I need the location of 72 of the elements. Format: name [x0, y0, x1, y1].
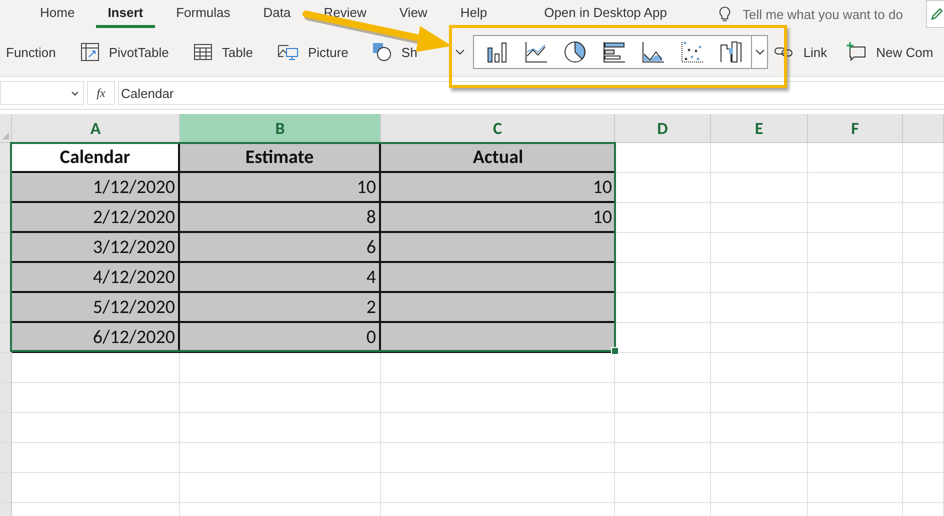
caret-icon: [71, 90, 79, 96]
shapes-icon: [372, 42, 392, 62]
column-chart-icon[interactable]: [484, 40, 509, 64]
table-cell: 6: [180, 233, 381, 263]
empty-cell: [903, 383, 944, 413]
open-in-desktop-link[interactable]: Open in Desktop App: [532, 0, 679, 28]
combo-chart-icon[interactable]: [718, 40, 743, 64]
caret-icon: [455, 49, 466, 55]
column-header[interactable]: C: [381, 114, 615, 143]
table-cell: 1/12/2020: [12, 173, 180, 203]
ribbon-tab[interactable]: Formulas: [164, 0, 242, 28]
formula-field[interactable]: Calendar: [118, 81, 944, 105]
table-cell: 5/12/2020: [12, 293, 180, 323]
table-cell: 10: [381, 173, 615, 203]
comment-button[interactable]: New Com: [845, 42, 934, 62]
new-comment-icon: [845, 42, 868, 62]
bar-chart-icon[interactable]: [602, 40, 626, 64]
table-cell: 2/12/2020: [12, 203, 180, 233]
line-chart-icon[interactable]: [524, 40, 548, 64]
search-field[interactable]: Tell me what you want to do: [736, 6, 926, 22]
empty-cell: [903, 173, 944, 203]
function-button[interactable]: Function: [6, 44, 56, 60]
scatter-chart-icon[interactable]: [680, 40, 704, 64]
ribbon-tab[interactable]: Data: [251, 0, 303, 28]
column-header[interactable]: E: [711, 114, 808, 143]
pivot-button[interactable]: PivotTable: [80, 42, 169, 62]
empty-cell: [903, 233, 944, 263]
ribbon-tab[interactable]: Review: [312, 0, 378, 28]
link-icon: [774, 45, 794, 59]
table-cell: 4/12/2020: [12, 263, 180, 293]
picture-button[interactable]: Picture: [276, 42, 348, 62]
column-header[interactable]: A: [12, 114, 180, 143]
table-cell: 6/12/2020: [12, 323, 180, 353]
ribbon-tab[interactable]: View: [387, 0, 440, 28]
empty-cell: [903, 143, 944, 173]
table-cell: 3/12/2020: [12, 233, 180, 263]
table-cell: 2: [180, 293, 381, 323]
empty-cell: [903, 443, 944, 473]
header-cell: Calendar: [12, 143, 180, 173]
empty-cell: [903, 353, 944, 383]
header-cell: Estimate: [180, 143, 381, 173]
table-cell: 8: [180, 203, 381, 233]
table-cell: 10: [180, 173, 381, 203]
table-cell: 0: [180, 323, 381, 353]
column-header[interactable]: B: [180, 114, 381, 143]
insert-function-button[interactable]: fx: [87, 81, 115, 105]
gallery-more-button[interactable]: [751, 36, 768, 68]
header-cell: Actual: [381, 143, 615, 173]
pivot-table-icon: [80, 42, 100, 62]
picture-icon: [276, 42, 299, 62]
table-cell: 10: [381, 203, 615, 233]
pencil-icon: [930, 7, 944, 21]
empty-cell: [903, 293, 944, 323]
column-header[interactable]: D: [615, 114, 711, 143]
lightbulb-icon: [718, 6, 730, 22]
edit-button[interactable]: [926, 0, 944, 28]
empty-cell: [903, 203, 944, 233]
empty-cell: [903, 473, 944, 503]
table-cell: 4: [180, 263, 381, 293]
table-button[interactable]: Table: [192, 43, 253, 61]
table-icon: [192, 43, 213, 61]
column-header[interactable]: F: [808, 114, 903, 143]
shapes-button[interactable]: Sh: [372, 42, 418, 62]
empty-cell: [903, 323, 944, 353]
caret-icon: [754, 49, 765, 55]
pie-chart-icon[interactable]: [562, 40, 587, 64]
empty-cell: [903, 413, 944, 443]
ribbon-tab[interactable]: Help: [448, 0, 500, 28]
empty-cell: [903, 263, 944, 293]
ribbon-tab[interactable]: Home: [28, 0, 87, 28]
link-button[interactable]: Link: [774, 44, 828, 60]
area-chart-icon[interactable]: [640, 40, 665, 64]
